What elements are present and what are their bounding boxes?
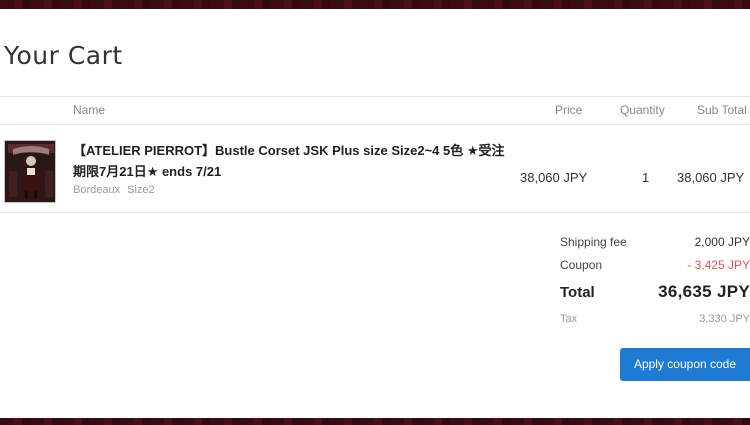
apply-coupon-button[interactable]: Apply coupon code xyxy=(620,348,750,381)
product-thumbnail-image[interactable] xyxy=(4,140,56,203)
total-value: 36,635 JPY xyxy=(658,282,750,301)
shipping-fee-value: 2,000 JPY xyxy=(694,235,750,249)
column-header-name: Name xyxy=(73,103,106,117)
top-decorative-band xyxy=(0,0,750,9)
tax-value: 3,330 JPY xyxy=(699,313,750,325)
product-name-link[interactable]: 【ATELIER PIERROT】Bustle Corset JSK Plus … xyxy=(73,140,513,182)
divider xyxy=(0,212,750,213)
coupon-value: - 3,425 JPY xyxy=(687,258,750,272)
page-title: Your Cart xyxy=(4,41,123,70)
tax-label: Tax xyxy=(560,313,578,325)
column-header-price: Price xyxy=(555,103,583,117)
bottom-decorative-band xyxy=(0,418,750,425)
item-quantity: 1 xyxy=(642,170,650,185)
product-variant: Bordeaux Size2 xyxy=(73,184,155,196)
item-price: 38,060 JPY xyxy=(520,170,588,185)
total-label: Total xyxy=(560,284,595,301)
cart-panel: Your Cart Name Price Quantity Sub Total … xyxy=(0,9,750,418)
column-header-quantity: Quantity xyxy=(620,103,665,117)
shipping-fee-label: Shipping fee xyxy=(560,235,627,249)
column-header-subtotal: Sub Total xyxy=(697,103,747,117)
divider xyxy=(0,96,750,97)
coupon-label: Coupon xyxy=(560,258,603,272)
item-subtotal: 38,060 JPY xyxy=(677,170,745,185)
divider xyxy=(0,124,750,125)
